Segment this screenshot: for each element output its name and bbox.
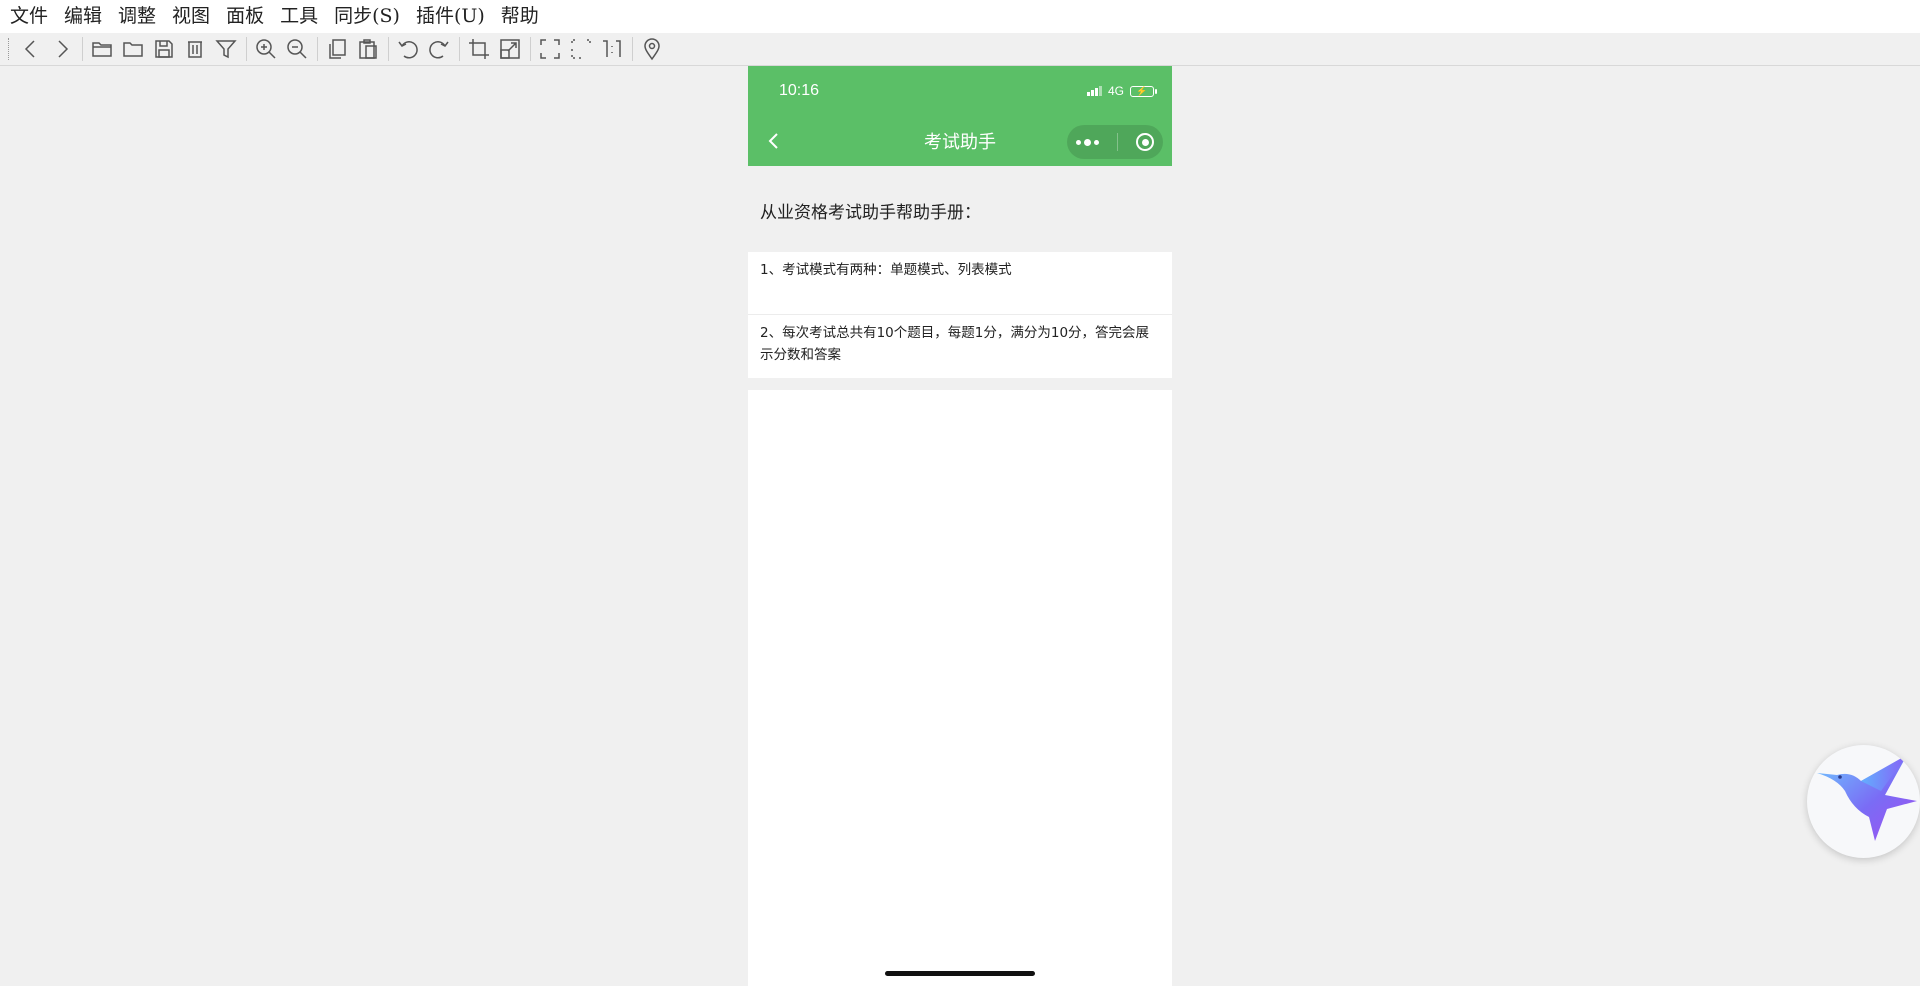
page-title: 考试助手 (924, 132, 996, 153)
menu-plugins[interactable]: 插件(U) (416, 0, 485, 33)
list-item: 2、每次考试总共有10个题目，每题1分，满分为10分，答完会展示分数和答案 (760, 325, 1150, 363)
fullscreen-button[interactable] (535, 35, 565, 63)
toolbar-separator (82, 37, 83, 61)
delete-icon (188, 41, 202, 58)
menu-sync[interactable]: 同步(S) (334, 0, 400, 33)
menu-help[interactable]: 帮助 (501, 0, 539, 33)
nav-bar: 考试助手 (748, 116, 1172, 166)
copy-button[interactable] (322, 35, 352, 63)
forward-icon (58, 40, 69, 58)
open-folder-icon (92, 42, 112, 57)
menu-file[interactable]: 文件 (10, 0, 48, 33)
toolbar-separator (317, 37, 318, 61)
home-indicator (885, 971, 1035, 976)
floating-assistant-button[interactable] (1807, 745, 1920, 858)
menubar: 文件 编辑 调整 视图 面板 工具 同步(S) 插件(U) 帮助 (0, 0, 1920, 33)
chevron-left-icon (768, 133, 778, 149)
toolbar-separator (459, 37, 460, 61)
copy-icon (329, 39, 346, 59)
rotate-right-icon (429, 41, 449, 59)
toolbar-grip[interactable] (8, 38, 10, 60)
help-heading: 从业资格考试助手帮助手册： (760, 203, 981, 223)
list-item: 1、考试模式有两种：单题模式、列表模式 (748, 252, 1172, 315)
content-blank-area (748, 390, 1172, 986)
fit-button[interactable] (566, 35, 596, 63)
phone-preview: 10:16 4G ⚡ 考试助手 从业资格考试助手帮助手册： 1、考试模式有两种：… (748, 66, 1172, 986)
network-label: 4G (1107, 84, 1124, 98)
toolbar (0, 33, 1920, 66)
save-button[interactable] (149, 35, 179, 63)
rotate-left-button[interactable] (393, 35, 423, 63)
paste-button[interactable] (353, 35, 383, 63)
status-time: 10:16 (779, 82, 820, 99)
section-gap (748, 378, 1172, 390)
menu-tools[interactable]: 工具 (280, 0, 318, 33)
paste-icon (359, 39, 377, 59)
help-list: 1、考试模式有两种：单题模式、列表模式 2、每次考试总共有10个题目，每题1分，… (748, 252, 1172, 378)
mini-program-capsule (1067, 125, 1163, 159)
menu-view[interactable]: 视图 (172, 0, 210, 33)
actual-size-button[interactable] (597, 35, 627, 63)
rotate-left-icon (398, 41, 418, 59)
close-miniprogram-icon[interactable] (1136, 133, 1154, 151)
delete-button[interactable] (180, 35, 210, 63)
resize-icon (500, 39, 520, 59)
zoom-in-button[interactable] (251, 35, 281, 63)
location-pin-icon (644, 38, 660, 61)
filter-button[interactable] (211, 35, 241, 63)
resize-button[interactable] (495, 35, 525, 63)
rotate-right-button[interactable] (424, 35, 454, 63)
zoom-out-button[interactable] (282, 35, 312, 63)
zoom-out-icon (287, 39, 307, 59)
toolbar-separator (530, 37, 531, 61)
status-indicators: 4G ⚡ (1086, 84, 1157, 98)
more-icon[interactable] (1076, 138, 1099, 146)
status-bar: 10:16 4G ⚡ (748, 66, 1172, 116)
signal-icon (1086, 86, 1102, 96)
menu-adjust[interactable]: 调整 (118, 0, 156, 33)
location-button[interactable] (637, 35, 667, 63)
filter-icon (215, 40, 237, 59)
forward-button[interactable] (47, 35, 77, 63)
battery-icon: ⚡ (1130, 85, 1157, 97)
hummingbird-icon (1817, 755, 1917, 841)
back-icon (24, 40, 35, 58)
toolbar-separator (388, 37, 389, 61)
folder-icon (123, 42, 143, 57)
toolbar-separator (632, 37, 633, 61)
back-button[interactable] (16, 35, 46, 63)
save-icon (155, 40, 173, 58)
fit-icon (571, 39, 591, 59)
capsule-divider (1117, 133, 1118, 151)
open-folder-button[interactable] (87, 35, 117, 63)
menu-panel[interactable]: 面板 (226, 0, 264, 33)
menu-edit[interactable]: 编辑 (64, 0, 102, 33)
crop-icon (469, 39, 489, 59)
fullscreen-icon (540, 39, 560, 59)
nav-back-button[interactable] (762, 129, 786, 153)
zoom-in-icon (256, 39, 276, 59)
folder-button[interactable] (118, 35, 148, 63)
toolbar-separator (246, 37, 247, 61)
actual-size-icon (603, 40, 621, 57)
crop-button[interactable] (464, 35, 494, 63)
